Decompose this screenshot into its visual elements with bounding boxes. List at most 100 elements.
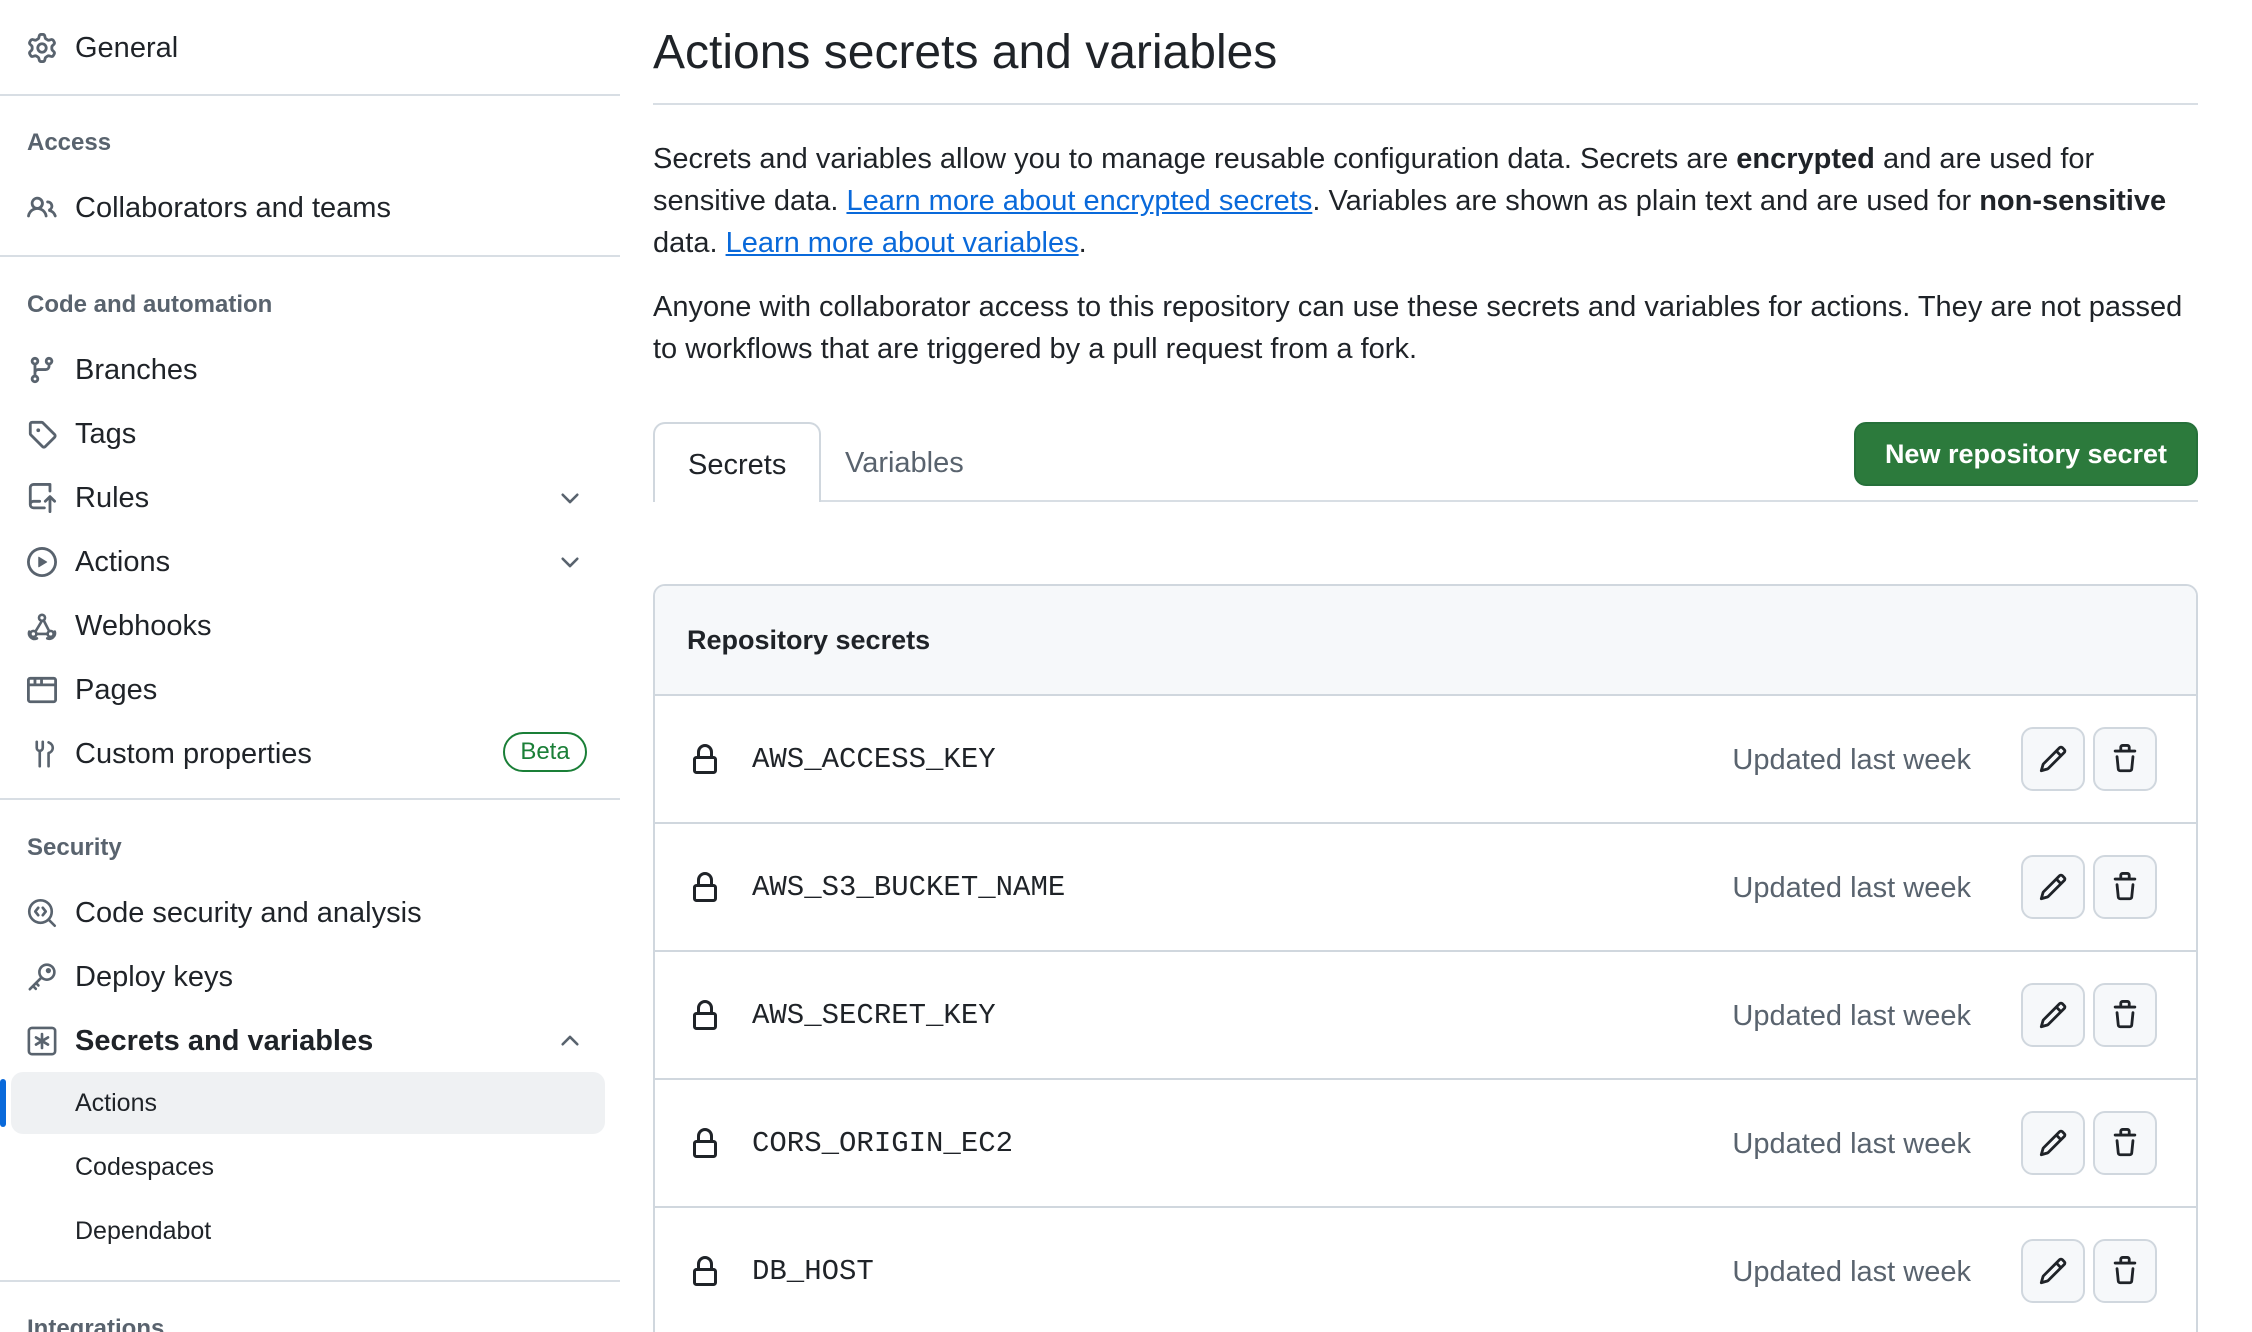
browser-icon — [26, 674, 58, 706]
pencil-icon — [2039, 873, 2067, 901]
sidebar-item-custom-properties[interactable]: Custom properties Beta — [0, 724, 620, 784]
sidebar-item-tags[interactable]: Tags — [0, 404, 620, 464]
tab-secrets[interactable]: Secrets — [653, 422, 821, 502]
tag-icon — [26, 418, 58, 450]
lock-icon — [693, 1000, 717, 1030]
pencil-icon — [2039, 745, 2067, 773]
page-title: Actions secrets and variables — [653, 26, 1278, 79]
sidebar-item-secrets-and-variables[interactable]: Secrets and variables — [0, 1011, 620, 1071]
sidebar-subitem-dependabot[interactable]: Dependabot — [11, 1200, 605, 1262]
sidebar-item-actions[interactable]: Actions — [0, 532, 620, 592]
intro-paragraph: Secrets and variables allow you to manag… — [653, 138, 2198, 264]
key-icon — [26, 961, 58, 993]
sidebar-divider — [0, 798, 620, 800]
git-branch-icon — [26, 354, 58, 386]
repo-push-icon — [26, 482, 58, 514]
edit-secret-button[interactable] — [2021, 855, 2085, 919]
tab-variables[interactable]: Variables — [821, 422, 981, 502]
secret-name: CORS_ORIGIN_EC2 — [752, 1127, 1014, 1160]
learn-more-secrets-link[interactable]: Learn more about encrypted secrets — [846, 185, 1312, 217]
delete-secret-button[interactable] — [2093, 1239, 2157, 1303]
pencil-icon — [2039, 1001, 2067, 1029]
edit-secret-button[interactable] — [2021, 1239, 2085, 1303]
trash-icon — [2113, 1128, 2137, 1157]
trash-icon — [2113, 744, 2137, 773]
sidebar-item-webhooks[interactable]: Webhooks — [0, 596, 620, 656]
intro-text: data. — [653, 227, 726, 259]
trash-icon — [2113, 1256, 2137, 1285]
edit-secret-button[interactable] — [2021, 983, 2085, 1047]
sidebar-subitem-actions[interactable]: Actions — [11, 1072, 605, 1134]
new-repository-secret-button[interactable]: New repository secret — [1854, 422, 2198, 486]
secret-row: AWS_SECRET_KEY Updated last week — [655, 952, 2196, 1080]
settings-sidebar: General Access Collaborators and teams C… — [0, 0, 620, 1332]
intro-bold-encrypted: encrypted — [1736, 143, 1875, 175]
lock-icon — [693, 744, 717, 774]
tab-label: Secrets — [688, 449, 787, 481]
lock-icon — [693, 872, 717, 902]
section-heading-code-and-automation: Code and automation — [27, 291, 273, 318]
edit-secret-button[interactable] — [2021, 727, 2085, 791]
collaborator-note: Anyone with collaborator access to this … — [653, 291, 2183, 365]
delete-secret-button[interactable] — [2093, 727, 2157, 791]
sidebar-item-general[interactable]: General — [0, 18, 620, 78]
learn-more-variables-link[interactable]: Learn more about variables — [726, 227, 1079, 259]
secret-row: CORS_ORIGIN_EC2 Updated last week — [655, 1080, 2196, 1208]
sidebar-item-label: Pages — [75, 674, 158, 706]
repository-secrets-heading: Repository secrets — [687, 625, 931, 655]
delete-secret-button[interactable] — [2093, 855, 2157, 919]
tools-icon — [26, 738, 58, 770]
sidebar-subitem-codespaces[interactable]: Codespaces — [11, 1136, 605, 1198]
intro-text: . Variables are shown as plain text and … — [1312, 185, 1980, 217]
sidebar-item-label: Custom properties — [75, 738, 312, 770]
sidebar-item-collaborators[interactable]: Collaborators and teams — [0, 178, 620, 238]
lock-icon — [693, 1128, 717, 1158]
people-icon — [26, 192, 58, 224]
main-content: Actions secrets and variables Secrets an… — [653, 0, 2198, 1332]
secret-name: AWS_S3_BUCKET_NAME — [752, 871, 1066, 904]
sidebar-item-label: Secrets and variables — [75, 1025, 374, 1057]
title-divider — [653, 103, 2198, 105]
sidebar-item-rules[interactable]: Rules — [0, 468, 620, 528]
secret-row: DB_HOST Updated last week — [655, 1208, 2196, 1332]
sidebar-item-deploy-keys[interactable]: Deploy keys — [0, 947, 620, 1007]
delete-secret-button[interactable] — [2093, 1111, 2157, 1175]
delete-secret-button[interactable] — [2093, 983, 2157, 1047]
lock-icon — [693, 1256, 717, 1286]
sidebar-item-label: Actions — [75, 546, 171, 578]
sidebar-divider — [0, 1280, 620, 1282]
settings-page: General Access Collaborators and teams C… — [0, 0, 2252, 1332]
intro-bold-non-sensitive: non-sensitive — [1979, 185, 2167, 217]
sidebar-subitem-label: Codespaces — [75, 1153, 214, 1181]
chevron-down-icon — [561, 493, 579, 504]
trash-icon — [2113, 872, 2137, 901]
chevron-down-icon — [561, 557, 579, 568]
secret-name: DB_HOST — [752, 1255, 874, 1288]
secret-name: AWS_SECRET_KEY — [752, 999, 996, 1032]
play-icon — [26, 546, 58, 578]
secret-updated-time: Updated last week — [1732, 1128, 1971, 1160]
beta-badge: Beta — [503, 732, 587, 772]
secret-updated-time: Updated last week — [1732, 1256, 1971, 1288]
edit-secret-button[interactable] — [2021, 1111, 2085, 1175]
sidebar-item-label: Rules — [75, 482, 150, 514]
pencil-icon — [2039, 1129, 2067, 1157]
intro-text: Secrets and variables allow you to manag… — [653, 143, 1737, 175]
sidebar-item-label: Tags — [75, 418, 137, 450]
sidebar-item-pages[interactable]: Pages — [0, 660, 620, 720]
repository-secrets-table: Repository secrets AWS_ACCESS_KEY Update… — [653, 584, 2198, 1332]
sidebar-subitem-label: Actions — [75, 1089, 157, 1117]
section-heading-security: Security — [27, 834, 122, 861]
sidebar-item-code-security[interactable]: Code security and analysis — [0, 883, 620, 943]
secret-updated-time: Updated last week — [1732, 744, 1971, 776]
sidebar-item-branches[interactable]: Branches — [0, 340, 620, 400]
chevron-up-icon — [561, 1035, 579, 1046]
trash-icon — [2113, 1000, 2137, 1029]
active-item-marker — [0, 1079, 6, 1127]
tab-label: Variables — [845, 447, 964, 479]
section-heading-integrations: Integrations — [27, 1315, 165, 1332]
codescan-icon — [26, 897, 58, 929]
sidebar-divider — [0, 255, 620, 257]
webhook-icon — [26, 610, 58, 642]
sidebar-item-label: Branches — [75, 354, 198, 386]
